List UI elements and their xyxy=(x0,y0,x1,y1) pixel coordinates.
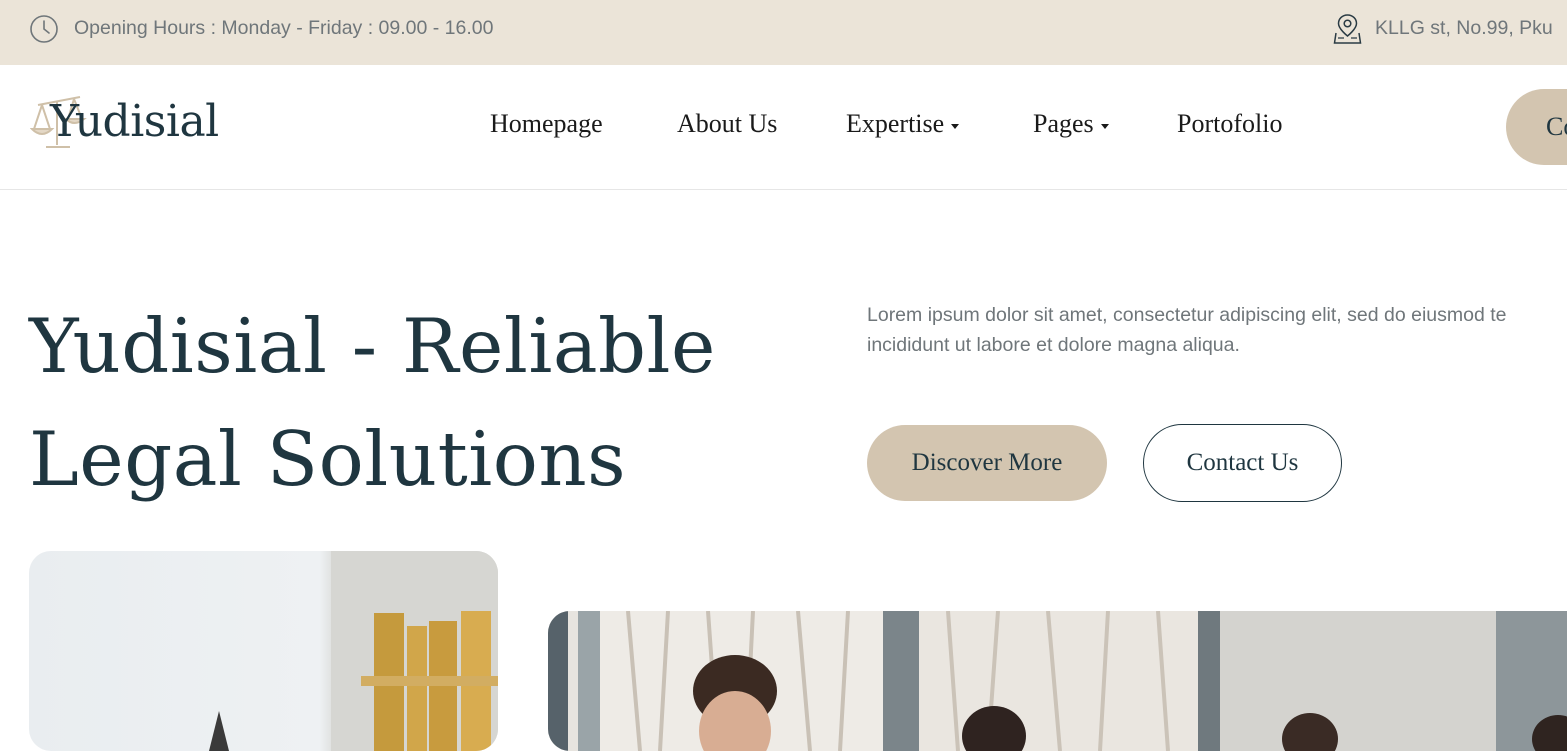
hero-image-team xyxy=(548,611,1567,751)
opening-hours-text: Opening Hours : Monday - Friday : 09.00 … xyxy=(74,17,494,39)
logo-text[interactable]: Yudisial xyxy=(50,96,219,147)
nav-expertise-label: Expertise xyxy=(846,109,945,138)
office-shelf-illustration xyxy=(209,551,498,751)
nav-pages[interactable]: Pages xyxy=(1033,109,1109,139)
hero-image-office xyxy=(29,551,498,751)
nav-portfolio[interactable]: Portofolio xyxy=(1177,109,1282,139)
nav-homepage[interactable]: Homepage xyxy=(490,109,603,139)
header-contact-button[interactable]: Co xyxy=(1506,89,1567,165)
nav-pages-label: Pages xyxy=(1033,109,1094,138)
hero-title-line-2: Legal Solutions xyxy=(29,415,627,503)
contact-us-button[interactable]: Contact Us xyxy=(1143,424,1342,502)
address-text: KLLG st, No.99, Pku xyxy=(1375,17,1553,39)
chevron-down-icon xyxy=(951,123,960,129)
team-meeting-illustration xyxy=(548,611,1567,751)
nav-about-us[interactable]: About Us xyxy=(677,109,777,139)
hero-title: Yudisial - Reliable Legal Solutions xyxy=(29,290,716,516)
site-header: Yudisial Homepage About Us Expertise Pag… xyxy=(0,65,1567,190)
top-info-bar: Opening Hours : Monday - Friday : 09.00 … xyxy=(0,0,1567,65)
nav-expertise[interactable]: Expertise xyxy=(846,109,960,139)
clock-icon xyxy=(30,15,58,43)
map-pin-icon xyxy=(1333,14,1362,44)
hero-title-line-1: Yudisial - Reliable xyxy=(29,302,716,390)
chevron-down-icon xyxy=(1100,123,1109,129)
hero-description: Lorem ipsum dolor sit amet, consectetur … xyxy=(867,304,1507,356)
discover-more-button[interactable]: Discover More xyxy=(867,425,1107,501)
